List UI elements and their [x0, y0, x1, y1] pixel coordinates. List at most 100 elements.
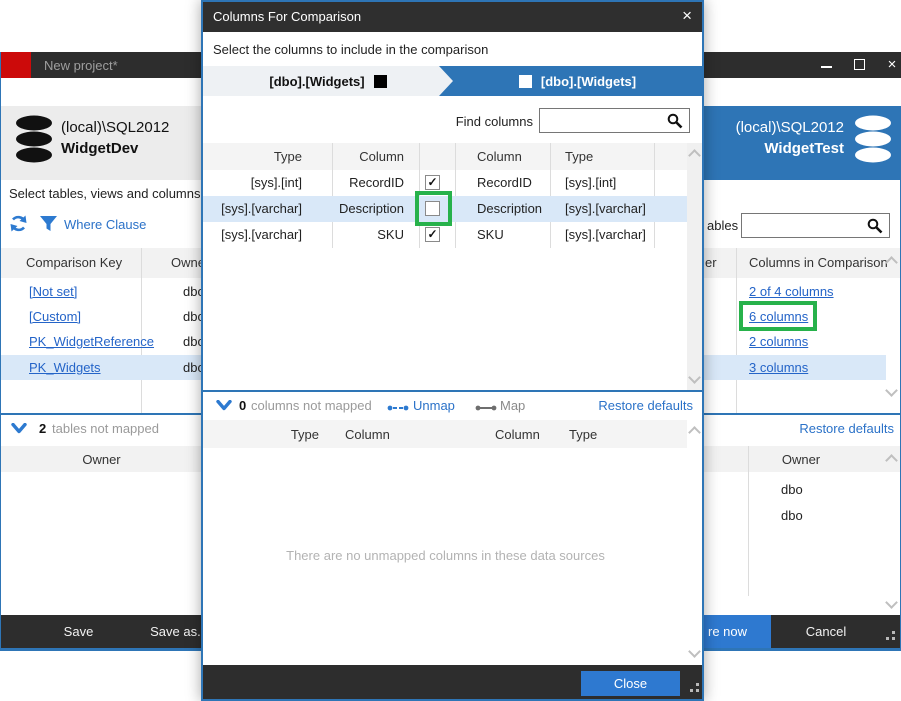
resize-grip[interactable]: [687, 683, 699, 695]
database-name-left: WidgetDev: [61, 140, 138, 157]
type-header-left: Type: [243, 427, 319, 442]
unmapped-tables-label: tables not mapped: [52, 421, 159, 436]
owner-header-left: Owner: [1, 452, 202, 467]
find-columns-label: Find columns: [413, 114, 533, 129]
source-table-name: [dbo].[Widgets]: [269, 74, 364, 89]
highlight-box-checkbox: [415, 191, 452, 226]
unmapped-columns-label: columns not mapped: [251, 398, 372, 413]
database-name-right: WidgetTest: [764, 140, 844, 157]
check-mark: ✓: [427, 227, 437, 241]
window-title: New project*: [44, 58, 118, 73]
type-cell: [sys].[varchar]: [565, 227, 646, 242]
column-divider: [141, 248, 142, 413]
unmapped-columns-count: 0: [239, 398, 246, 413]
empty-grid-message: There are no unmapped columns in these d…: [203, 548, 688, 563]
comparison-key-link[interactable]: PK_Widgets: [29, 360, 101, 375]
scrollbar-track[interactable]: [687, 143, 702, 390]
type-cell: [sys].[varchar]: [213, 201, 302, 216]
source-color-swatch-icon: [374, 75, 387, 88]
breadcrumb-source-table: [dbo].[Widgets]: [203, 66, 453, 96]
type-cell: [sys].[int]: [565, 175, 616, 190]
include-column-checkbox[interactable]: ✓: [425, 227, 440, 242]
type-cell: [sys].[varchar]: [565, 201, 646, 216]
dialog-titlebar: Columns For Comparison ×: [203, 2, 702, 32]
column-cell: SKU: [313, 227, 404, 242]
database-icon: [854, 115, 892, 163]
table-mapping-breadcrumb: [dbo].[Widgets] [dbo].[Widgets]: [203, 66, 702, 96]
column-header-left: Column: [345, 427, 390, 442]
type-cell: [sys].[int]: [213, 175, 302, 190]
column-header-right: Column: [477, 149, 522, 164]
check-mark: ✓: [427, 175, 437, 189]
column-cell: SKU: [477, 227, 504, 242]
column-cell: RecordID: [477, 175, 532, 190]
dialog-footer-bar: Close: [203, 665, 702, 699]
maximize-icon: [854, 59, 865, 70]
cancel-button[interactable]: Cancel: [776, 615, 876, 648]
owner-header-right: Owner: [745, 452, 857, 467]
highlight-box-6-columns: [739, 301, 817, 331]
scroll-down-icon[interactable]: [885, 596, 898, 609]
minimize-button[interactable]: [810, 52, 842, 78]
columns-in-comparison-header: Columns in Comparison: [749, 255, 888, 270]
app-icon: [1, 52, 31, 78]
comparison-key-link[interactable]: [Custom]: [29, 309, 81, 324]
resize-grip[interactable]: [883, 631, 895, 643]
target-table-name: [dbo].[Widgets]: [541, 74, 636, 89]
type-header-right: Type: [565, 149, 593, 164]
column-header-left: Column: [313, 149, 404, 164]
column-header-right: Column: [495, 427, 540, 442]
map-button[interactable]: Map: [500, 398, 525, 413]
close-button[interactable]: Close: [581, 671, 680, 696]
find-tables-label-fragment: ables: [707, 218, 738, 233]
comparison-key-header: Comparison Key: [26, 255, 122, 270]
dialog-subtitle: Select the columns to include in the com…: [213, 42, 488, 57]
owner-header-fragment: er: [705, 255, 717, 270]
columns-for-comparison-dialog: Columns For Comparison × Select the colu…: [201, 0, 704, 701]
dialog-title: Columns For Comparison: [213, 9, 361, 24]
column-cell: Description: [313, 201, 404, 216]
columns-count-link[interactable]: 2 of 4 columns: [749, 284, 834, 299]
restore-defaults-link[interactable]: Restore defaults: [761, 421, 894, 436]
include-column-checkbox[interactable]: ✓: [425, 175, 440, 190]
scroll-up-icon[interactable]: [688, 426, 701, 439]
column-divider: [748, 446, 749, 596]
dialog-close-icon[interactable]: ×: [682, 6, 692, 26]
comparison-key-link[interactable]: [Not set]: [29, 284, 77, 299]
breadcrumb-target-table: [dbo].[Widgets]: [453, 66, 702, 96]
type-cell: [sys].[varchar]: [213, 227, 302, 242]
column-divider: [736, 248, 737, 413]
owner-cell: dbo: [781, 482, 803, 497]
unmap-button[interactable]: Unmap: [413, 398, 455, 413]
expander-chevron-icon[interactable]: [216, 400, 232, 411]
minimize-icon: [821, 66, 832, 68]
column-cell: Description: [477, 201, 542, 216]
columns-count-link[interactable]: 2 columns: [749, 334, 808, 349]
owner-cell: dbo: [781, 508, 803, 523]
scroll-down-icon[interactable]: [688, 645, 701, 658]
column-cell: RecordID: [313, 175, 404, 190]
unmapped-grid-header: Type Column Column Type: [203, 420, 687, 448]
map-icon: [475, 403, 497, 413]
search-icon: [667, 113, 683, 129]
comparison-key-link[interactable]: PK_WidgetReference: [29, 334, 154, 349]
target-color-swatch-icon: [519, 75, 532, 88]
where-clause-button[interactable]: Where Clause: [64, 217, 146, 232]
columns-count-link[interactable]: 3 columns: [749, 360, 808, 375]
unmap-icon: [387, 403, 409, 413]
database-icon: [15, 115, 53, 163]
server-name-left: (local)\SQL2012: [61, 119, 169, 136]
select-tables-hint: Select tables, views and columns to: [9, 186, 215, 201]
refresh-icon[interactable]: [9, 214, 28, 233]
section-separator: [203, 390, 702, 392]
type-header-left: Type: [213, 149, 302, 164]
server-name-right: (local)\SQL2012: [736, 119, 844, 136]
expander-chevron-icon[interactable]: [11, 423, 27, 434]
filter-icon[interactable]: [40, 216, 57, 232]
mapped-grid-header: Type Column Column Type: [203, 143, 687, 170]
window-close-button[interactable]: ×: [876, 52, 901, 78]
scroll-down-icon[interactable]: [885, 384, 898, 397]
type-header-right: Type: [569, 427, 597, 442]
search-icon: [867, 218, 883, 234]
restore-defaults-link[interactable]: Restore defaults: [583, 398, 693, 413]
